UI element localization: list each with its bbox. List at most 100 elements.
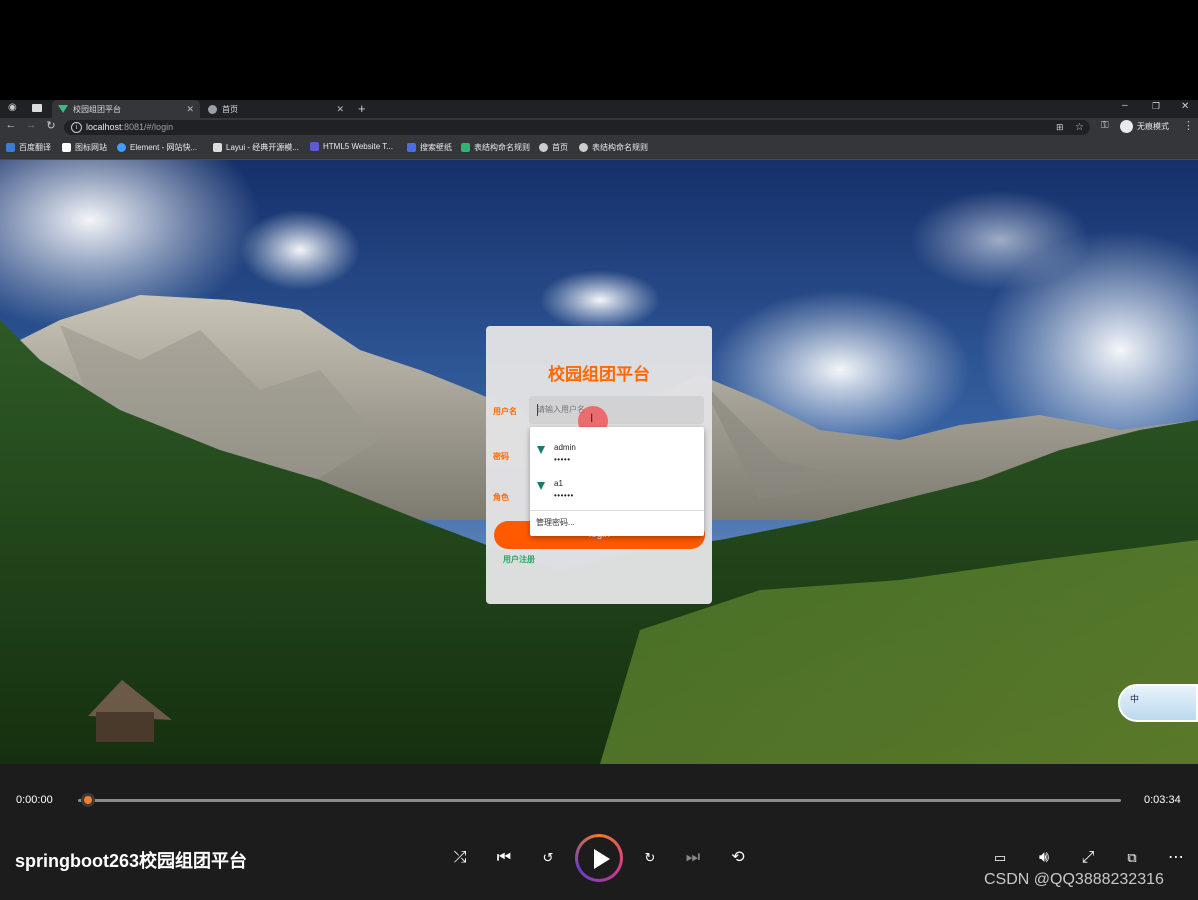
sheet-logo-icon [461, 143, 470, 152]
address-bar-row: ← → ↻ i localhost:8081/#/login ⊞ ☆ ⚿ 无痕模… [0, 118, 1198, 138]
bookmark-label: Element - 网站快... [130, 143, 198, 152]
globe-icon [208, 104, 217, 114]
bookmark-item[interactable]: HTML5 Website T... [310, 142, 393, 151]
html5-logo-icon [310, 142, 319, 151]
bookmark-item[interactable]: 图标网站 [62, 142, 107, 153]
close-window-icon[interactable]: ✕ [1181, 101, 1189, 112]
password-label: 密码 [493, 452, 509, 461]
previous-icon[interactable]: ⏮ [492, 848, 516, 868]
globe-icon [539, 143, 548, 152]
seek-thumb[interactable] [81, 793, 95, 807]
bookmark-item[interactable]: 首页 [539, 142, 568, 153]
key-icon [537, 446, 545, 454]
site-info-icon[interactable]: i [71, 122, 82, 133]
bookmark-label: 表结构命名规则 [474, 143, 530, 152]
translate-icon[interactable]: ⊞ [1056, 120, 1064, 135]
bookmark-item[interactable]: 表结构命名规则 [579, 142, 648, 153]
bookmark-label: 搜索壁纸 [420, 143, 452, 152]
ime-mode-label: 中 [1130, 694, 1140, 704]
username-label: 用户名 [493, 407, 517, 416]
close-tab-icon[interactable]: ✕ [336, 104, 344, 115]
bookmark-label: HTML5 Website T... [323, 142, 393, 151]
bookmark-item[interactable]: 表结构命名规则 [461, 142, 530, 153]
bookmark-item[interactable]: 百度翻译 [6, 142, 51, 153]
text-cursor-icon: I [590, 411, 594, 425]
rewind-10-icon[interactable]: ↺ [536, 848, 560, 868]
login-title: 校园组团平台 [548, 365, 650, 384]
current-time: 0:00:00 [16, 794, 53, 806]
autofill-username: admin [554, 443, 576, 452]
new-tab-icon[interactable]: + [358, 101, 366, 116]
video-title: springboot263校园组团平台 [15, 851, 248, 871]
manage-passwords-link[interactable]: 管理密码... [536, 517, 575, 528]
wallpaper-logo-icon [407, 143, 416, 152]
globe-icon [579, 143, 588, 152]
url-host: localhost [86, 122, 122, 132]
reload-icon[interactable]: ↻ [43, 119, 59, 132]
close-tab-icon[interactable]: ✕ [186, 104, 194, 115]
bookmark-star-icon[interactable]: ☆ [1075, 120, 1084, 135]
element-logo-icon [117, 143, 126, 152]
role-label: 角色 [493, 493, 509, 502]
total-time: 0:03:34 [1144, 794, 1181, 806]
autofill-password: ••••• [554, 455, 571, 464]
tab-login[interactable]: 校园组团平台 ✕ [52, 100, 200, 118]
vue-logo-icon [58, 105, 68, 113]
tab-home[interactable]: 首页 ✕ [202, 100, 350, 118]
csdn-watermark: CSDN @QQ3888232316 [984, 871, 1164, 888]
tab-title: 首页 [222, 104, 238, 114]
fullscreen-icon[interactable]: ⤢ [1076, 848, 1100, 868]
password-autofill-dropdown: admin ••••• a1 •••••• 管理密码... [530, 427, 704, 536]
repeat-off-icon[interactable]: ⟲ [726, 848, 750, 868]
seek-bar[interactable] [78, 799, 1121, 802]
key-icon[interactable]: ⚿ [1101, 120, 1109, 131]
play-button[interactable] [575, 834, 623, 882]
divider [530, 510, 704, 511]
register-link[interactable]: 用户注册 [503, 554, 535, 565]
url-input[interactable]: i localhost:8081/#/login ⊞ ☆ [64, 120, 1090, 135]
shuffle-icon[interactable]: ⤮ [448, 848, 472, 868]
bookmark-label: 百度翻译 [19, 143, 51, 152]
play-icon [594, 849, 610, 869]
text-caret [537, 404, 538, 416]
incognito-indicator[interactable]: 无痕模式 [1120, 120, 1169, 133]
flag-icon [62, 143, 71, 152]
incognito-icon [1120, 120, 1133, 133]
url-path: :8081/#/login [121, 122, 174, 132]
bookmark-label: 图标网站 [75, 143, 107, 152]
incognito-label: 无痕模式 [1137, 122, 1169, 131]
bookmark-label: Layui - 经典开源模... [226, 143, 299, 152]
browser-tab-bar: ◉ 校园组团平台 ✕ 首页 ✕ + – ❐ ✕ [0, 100, 1198, 118]
bookmark-label: 首页 [552, 143, 568, 152]
bookmarks-bar: 百度翻译 图标网站 Element - 网站快... Layui - 经典开源模… [0, 138, 1198, 160]
maximize-icon[interactable]: ❐ [1152, 101, 1160, 112]
minimize-icon[interactable]: – [1122, 100, 1128, 111]
layui-logo-icon [213, 143, 222, 152]
autofill-password: •••••• [554, 491, 574, 500]
forward-icon[interactable]: → [23, 119, 39, 131]
tab-title: 校园组团平台 [73, 104, 121, 114]
tab-actions-icon[interactable] [32, 104, 42, 112]
autofill-item[interactable]: a1 •••••• [530, 469, 704, 505]
media-player-controls: 0:00:00 0:03:34 springboot263校园组团平台 ⤮ ⏮ … [0, 764, 1198, 900]
bookmark-item[interactable]: Element - 网站快... [117, 142, 197, 153]
bookmark-favicon-icon [6, 143, 15, 152]
more-menu-icon[interactable]: ⋮ [1183, 119, 1194, 132]
subtitles-icon[interactable]: ▭ [988, 848, 1012, 868]
mini-player-icon[interactable]: ⧉ [1120, 848, 1144, 868]
forward-30-icon[interactable]: ↻ [638, 848, 662, 868]
back-icon[interactable]: ← [3, 119, 19, 131]
autofill-username: a1 [554, 479, 563, 488]
key-icon [537, 482, 545, 490]
autofill-item[interactable]: admin ••••• [530, 433, 704, 469]
username-input[interactable] [529, 396, 704, 424]
more-options-icon[interactable]: ⋯ [1164, 848, 1188, 868]
ime-toolbar[interactable]: 中 [1118, 684, 1198, 722]
next-icon[interactable]: ⏭ [681, 848, 705, 868]
bookmark-label: 表结构命名规则 [592, 143, 648, 152]
play-button-inner [578, 837, 620, 879]
volume-icon[interactable]: 🔊︎ [1032, 848, 1056, 868]
bookmark-item[interactable]: Layui - 经典开源模... [213, 142, 299, 153]
bookmark-item[interactable]: 搜索壁纸 [407, 142, 452, 153]
browser-menu-icon[interactable]: ◉ [8, 102, 17, 113]
